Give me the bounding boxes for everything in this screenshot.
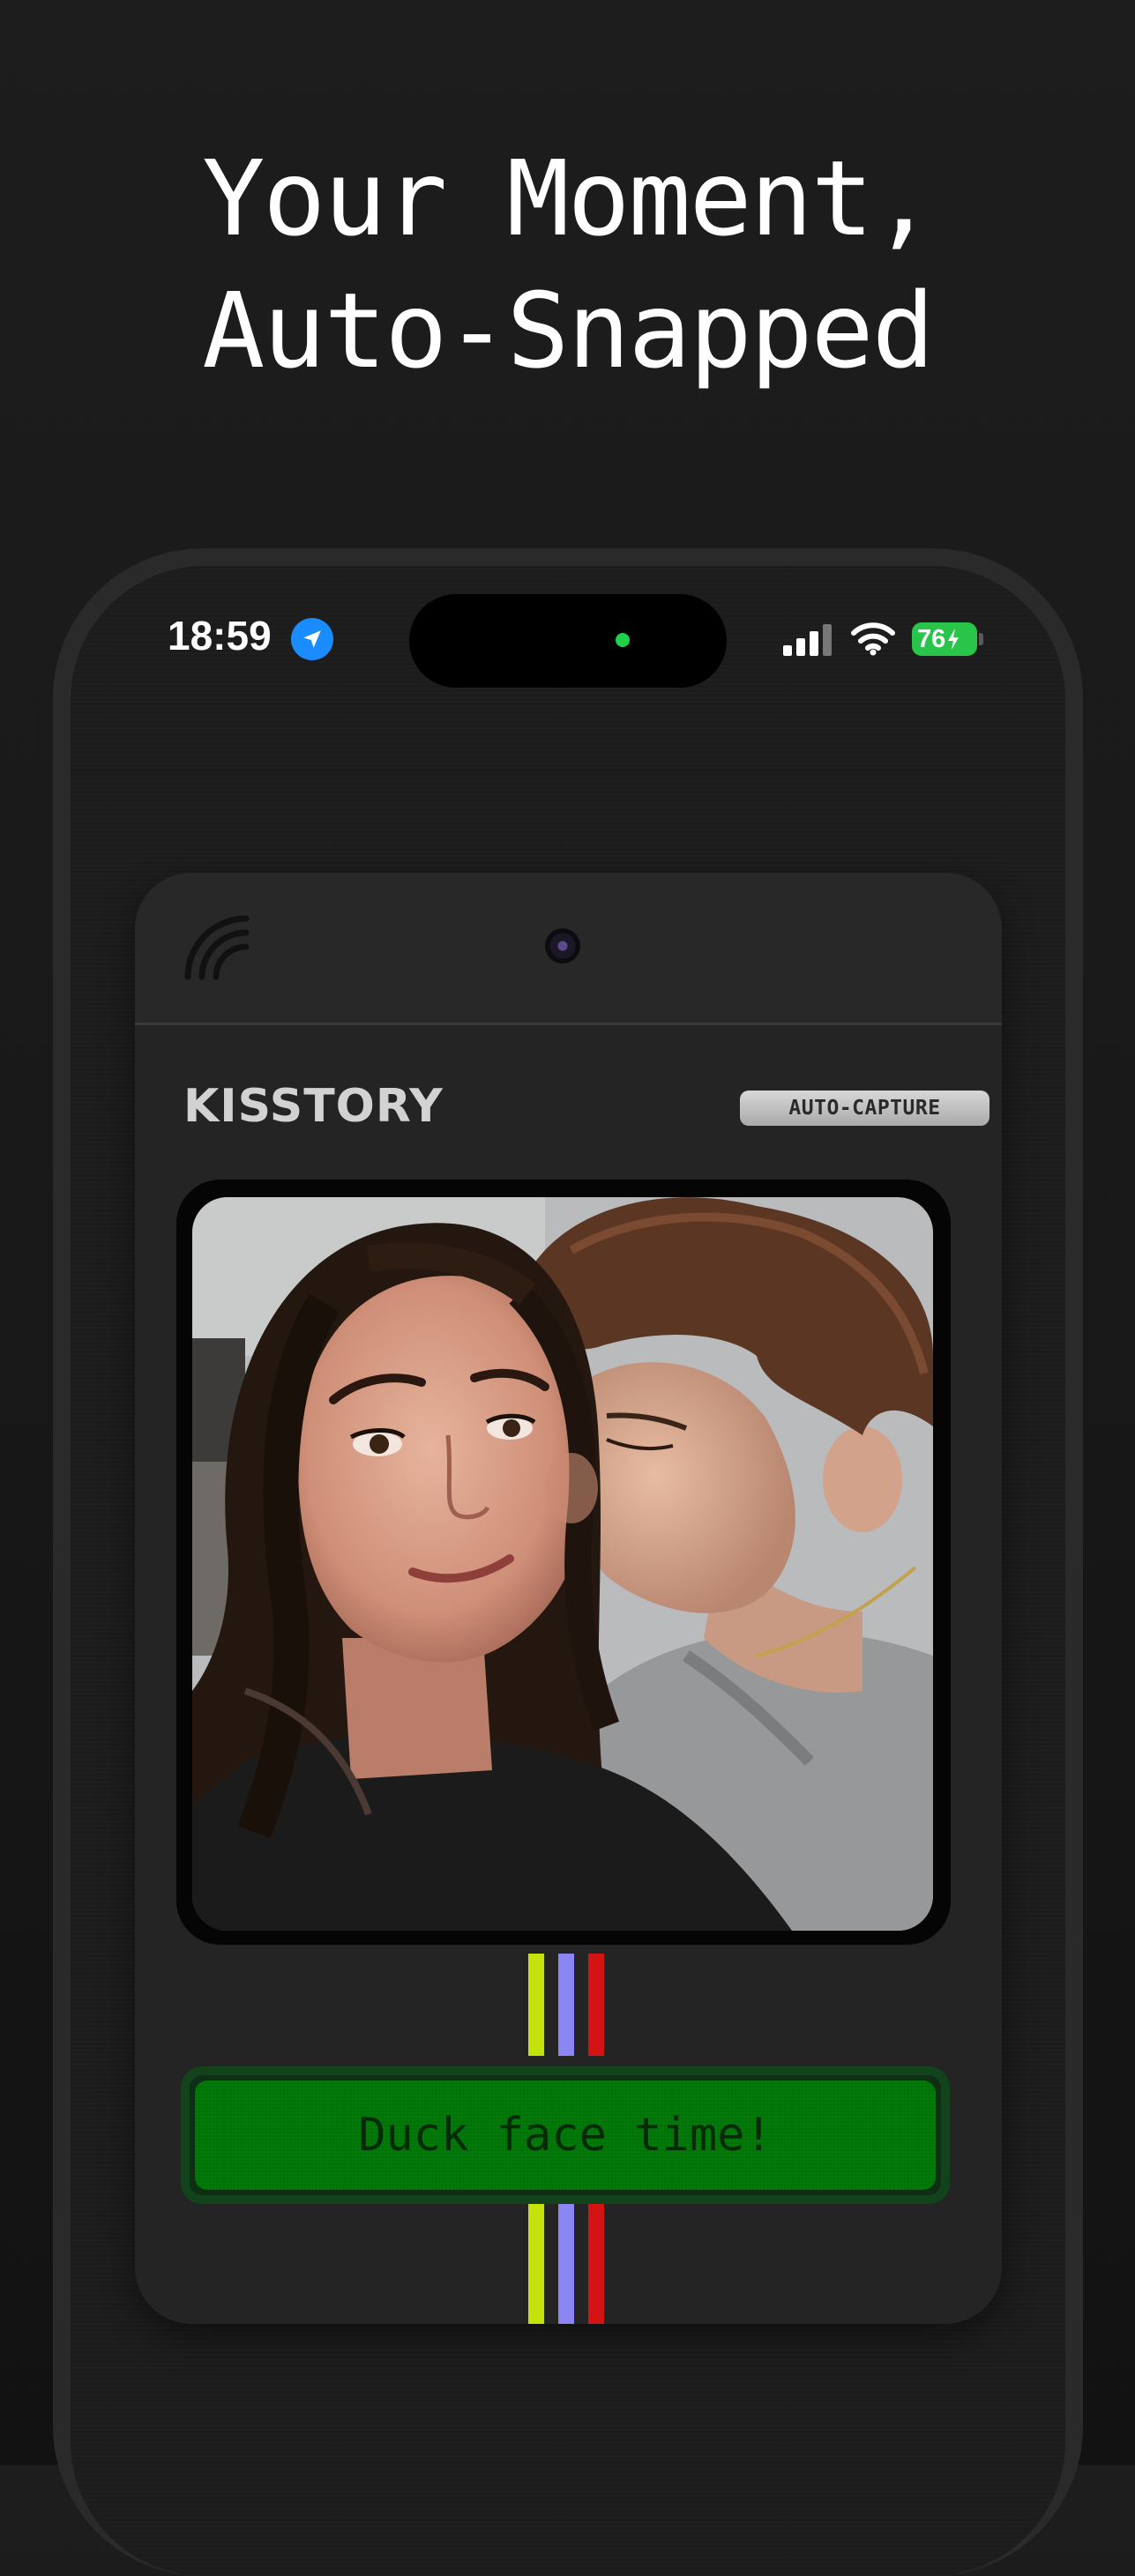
location-arrow-icon: [291, 618, 333, 660]
cellular-signal-icon: [783, 624, 832, 656]
dynamic-island: [409, 594, 727, 688]
stripe-red: [588, 2204, 604, 2324]
camera-device: KISSTORY AUTO-CAPTURE Duck face time!: [135, 873, 1002, 2324]
battery-level: 76: [917, 624, 946, 653]
stripe-red: [588, 1954, 604, 2056]
headline-line-1: Your Moment,: [202, 138, 935, 259]
status-time: 18:59: [168, 613, 272, 659]
camera-lens: [545, 928, 580, 964]
wifi-icon: [851, 622, 895, 656]
battery-charging-icon: 76: [912, 622, 977, 656]
lcd-display: Duck face time!: [181, 2066, 950, 2204]
captured-photo[interactable]: [192, 1197, 933, 1931]
photo-illustration: [192, 1197, 933, 1931]
device-top-panel: [135, 873, 1002, 1025]
brand-label: KISSTORY: [183, 1080, 444, 1133]
stripe-lime: [528, 2204, 544, 2324]
battery-tip: [979, 633, 983, 645]
stripe-lavender: [558, 2204, 574, 2324]
headline: Your Moment, Auto-Snapped: [0, 132, 1135, 397]
color-stripes-upper: [528, 1954, 608, 2056]
stripe-lime: [528, 1954, 544, 2056]
lcd-message: Duck face time!: [195, 2081, 936, 2190]
auto-capture-badge[interactable]: AUTO-CAPTURE: [740, 1091, 989, 1126]
color-stripes-lower: [528, 2204, 608, 2324]
photo-frame: [176, 1180, 951, 1945]
headline-line-2: Auto-Snapped: [202, 270, 935, 391]
camera-indicator-dot: [616, 633, 630, 647]
nfc-signal-icon: [184, 915, 250, 980]
stripe-lavender: [558, 1954, 574, 2056]
